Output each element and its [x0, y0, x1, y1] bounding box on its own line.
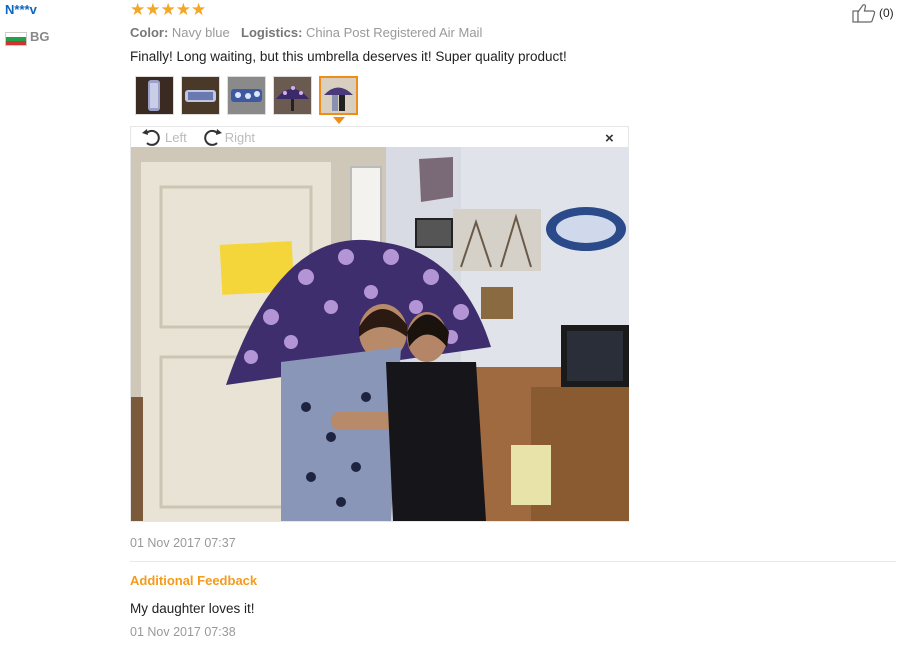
close-viewer-button[interactable]: ×: [605, 130, 614, 147]
color-attribute: Color: Navy blue: [130, 25, 230, 40]
rotate-left-label: Left: [165, 129, 187, 145]
logistics-value: China Post Registered Air Mail: [306, 25, 483, 40]
logistics-attribute: Logistics: China Post Registered Air Mai…: [241, 25, 482, 40]
reviewer-name: N***v: [5, 2, 37, 17]
rotate-right-icon: [203, 129, 222, 146]
color-label: Color:: [130, 25, 169, 40]
color-value: Navy blue: [171, 25, 230, 40]
rotate-left-button[interactable]: Left: [141, 127, 187, 147]
rotate-right-label: Right: [224, 129, 256, 145]
rotate-controls: Left Right: [141, 127, 255, 147]
divider: [130, 561, 896, 562]
reviewer-country: BG: [30, 29, 50, 44]
photo-thumbnail-1[interactable]: [135, 76, 174, 115]
photo-thumbnail-2[interactable]: [181, 76, 220, 115]
rotate-right-button[interactable]: Right: [201, 127, 255, 147]
thumbs-up-icon: [852, 4, 876, 23]
photo-thumbnail-5-selected[interactable]: [319, 76, 358, 115]
additional-feedback-date: 01 Nov 2017 07:38: [130, 625, 236, 639]
rotate-left-icon: [142, 129, 160, 146]
review-photo: [131, 147, 629, 521]
selected-thumbnail-pointer: [333, 117, 345, 124]
additional-feedback-text: My daughter loves it!: [130, 601, 255, 616]
logistics-label: Logistics:: [241, 25, 303, 40]
photo-thumbnail-3[interactable]: [227, 76, 266, 115]
photo-thumbnail-4[interactable]: [273, 76, 312, 115]
photo-thumbnail-strip: [135, 76, 358, 115]
star-rating: ★★★★★: [130, 0, 207, 19]
bulgaria-flag-icon: [5, 32, 27, 46]
helpful-count: (0): [879, 6, 894, 20]
helpful-button[interactable]: (0): [852, 3, 894, 23]
review-date: 01 Nov 2017 07:37: [130, 536, 236, 550]
review-text: Finally! Long waiting, but this umbrella…: [130, 49, 567, 64]
additional-feedback-title: Additional Feedback: [130, 573, 258, 588]
